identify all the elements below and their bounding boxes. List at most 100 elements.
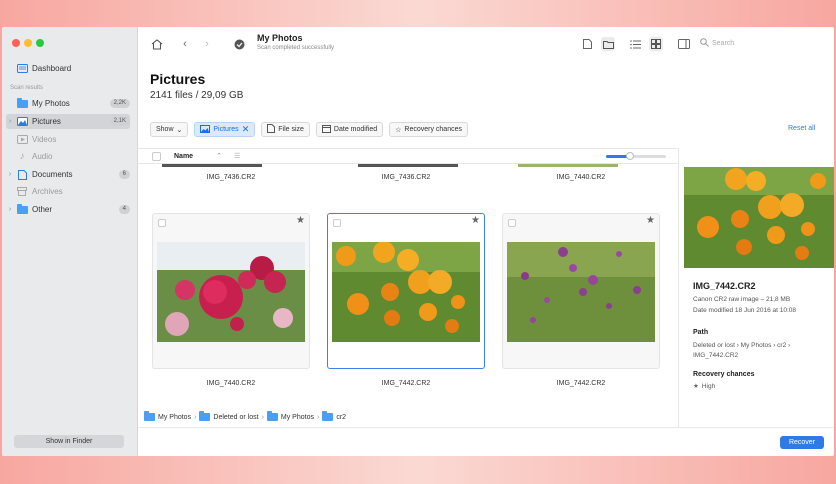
file-type: Canon CR2 raw image – 21,8 MB	[693, 296, 791, 303]
home-icon[interactable]	[150, 37, 164, 51]
sort-ascending-icon[interactable]: ⌃	[216, 152, 222, 160]
star-icon: ★	[646, 215, 655, 226]
chevron-right-icon[interactable]: ›	[6, 118, 14, 125]
column-settings-icon[interactable]: ☰	[234, 152, 240, 160]
file-name: IMG_7436.CR2	[206, 174, 256, 181]
chevron-right-icon: ›	[261, 413, 264, 421]
recover-button[interactable]: Recover	[780, 436, 824, 449]
sidebar-item-pictures[interactable]: › Pictures 2,1K	[6, 114, 130, 129]
count-badge: 4	[118, 205, 130, 214]
zoom-window-button[interactable]	[36, 39, 44, 47]
breadcrumb-item[interactable]: Deleted or lost	[213, 414, 258, 421]
date-modified: Date modified 18 Jun 2016 at 10:08	[693, 307, 796, 314]
main-content: ‹ › My Photos Scan completed successfull…	[138, 27, 834, 456]
forward-icon[interactable]: ›	[200, 37, 214, 51]
toolbar: ‹ › My Photos Scan completed successfull…	[138, 27, 834, 61]
file-card[interactable]: ★ IMG_7440.CR2	[152, 213, 310, 387]
sidebar-item-label: Other	[32, 205, 53, 214]
file-name: IMG_7442.CR2	[381, 380, 431, 387]
file-checkbox[interactable]	[333, 219, 341, 227]
page-title: Pictures	[150, 71, 206, 87]
file-checkbox[interactable]	[158, 219, 166, 227]
show-in-finder-button[interactable]: Show in Finder	[14, 435, 124, 448]
chevron-down-icon: ⌄	[176, 126, 183, 134]
file-name: IMG_7442.CR2	[556, 380, 606, 387]
sidebar-item-archives[interactable]: Archives	[6, 184, 130, 199]
slider-handle[interactable]	[626, 152, 634, 160]
sidebar-item-dashboard[interactable]: Dashboard	[6, 61, 130, 76]
sidebar-item-label: Documents	[32, 170, 73, 179]
chevron-right-icon[interactable]: ›	[6, 171, 14, 178]
star-icon: ☆	[395, 126, 402, 134]
chevron-right-icon: ›	[316, 413, 320, 421]
name-column-header[interactable]: Name	[174, 153, 193, 160]
archive-icon	[16, 187, 28, 197]
recovery-chances-filter-button[interactable]: ☆ Recovery chances	[389, 122, 468, 137]
chevron-right-icon[interactable]: ›	[6, 206, 14, 213]
breadcrumb-item[interactable]: My Photos	[158, 414, 191, 421]
scan-complete-icon	[232, 37, 246, 51]
sidebar-item-my-photos[interactable]: My Photos 2,2K	[6, 96, 130, 111]
count-badge: 2,1K	[109, 117, 130, 126]
folder-icon	[322, 411, 334, 421]
sidebar: Dashboard Scan results My Photos 2,2K › …	[2, 27, 138, 456]
recovery-heading: Recovery chances	[693, 371, 755, 378]
file-grid: IMG_7436.CR2 IMG_7436.CR2 IMG_7440.CR2 ★	[138, 164, 678, 408]
thumbnail-size-slider[interactable]	[606, 152, 666, 160]
select-all-checkbox[interactable]	[152, 152, 161, 161]
search-field[interactable]: Search	[700, 36, 810, 51]
bottom-bar: Recover	[138, 427, 834, 456]
document-icon	[16, 169, 28, 180]
close-window-button[interactable]	[12, 39, 20, 47]
pictures-filter-chip[interactable]: Pictures ✕	[194, 122, 256, 137]
star-icon: ★	[693, 383, 699, 390]
breadcrumb-item[interactable]: cr2	[336, 414, 346, 421]
back-icon[interactable]: ‹	[178, 37, 192, 51]
file-icon	[267, 124, 276, 135]
sidebar-item-other[interactable]: › Other 4	[6, 202, 130, 217]
photo-thumbnail-marigolds	[332, 242, 480, 342]
sidebar-item-videos[interactable]: Videos	[6, 132, 130, 147]
detail-filename: IMG_7442.CR2	[693, 281, 756, 291]
sidebar-item-audio[interactable]: ♪ Audio	[6, 149, 130, 164]
reset-all-link[interactable]: Reset all	[788, 125, 815, 132]
filter-bar: Show ⌄ Pictures ✕ File size Date modifie…	[150, 122, 468, 137]
sidebar-item-label: Dashboard	[32, 64, 72, 73]
window-controls	[12, 39, 44, 47]
search-icon	[700, 38, 709, 49]
file-summary: 2141 files / 29,09 GB	[150, 90, 244, 101]
minimize-window-button[interactable]	[24, 39, 32, 47]
recovery-value: ★ High	[693, 383, 716, 390]
image-icon	[16, 117, 28, 127]
close-icon[interactable]: ✕	[242, 124, 250, 135]
folder-icon	[16, 203, 28, 215]
file-card-selected[interactable]: ★ IMG_7442.CR2	[327, 213, 485, 387]
file-card[interactable]: ★ IMG_7442.CR2	[502, 213, 660, 387]
show-filter-button[interactable]: Show ⌄	[150, 122, 189, 137]
sidebar-item-label: Pictures	[32, 117, 61, 126]
column-header: Name ⌃ ☰	[138, 148, 678, 164]
folder-view-icon[interactable]	[601, 37, 615, 51]
grid-view-icon[interactable]	[649, 37, 663, 51]
list-view-icon[interactable]	[628, 37, 642, 51]
file-icon[interactable]	[580, 37, 594, 51]
sidebar-item-label: Videos	[32, 135, 57, 144]
folder-icon	[199, 411, 211, 421]
search-input[interactable]: Search	[712, 40, 734, 47]
file-size-filter-button[interactable]: File size	[261, 122, 310, 137]
dashboard-icon	[16, 64, 28, 74]
file-checkbox[interactable]	[508, 219, 516, 227]
folder-icon	[266, 411, 278, 421]
video-icon	[16, 135, 28, 145]
path-heading: Path	[693, 329, 709, 336]
sidebar-item-documents[interactable]: › Documents 6	[6, 167, 130, 182]
breadcrumb-item[interactable]: My Photos	[281, 414, 314, 421]
date-modified-filter-button[interactable]: Date modified	[315, 122, 384, 137]
calendar-icon	[321, 124, 331, 135]
file-name: IMG_7440.CR2	[556, 174, 606, 181]
detail-panel: IMG_7442.CR2 Canon CR2 raw image – 21,8 …	[678, 148, 834, 427]
preview-panel-icon[interactable]	[677, 37, 691, 51]
file-name: IMG_7440.CR2	[206, 380, 256, 387]
star-icon: ★	[296, 215, 305, 226]
sidebar-item-label: Audio	[32, 152, 53, 161]
